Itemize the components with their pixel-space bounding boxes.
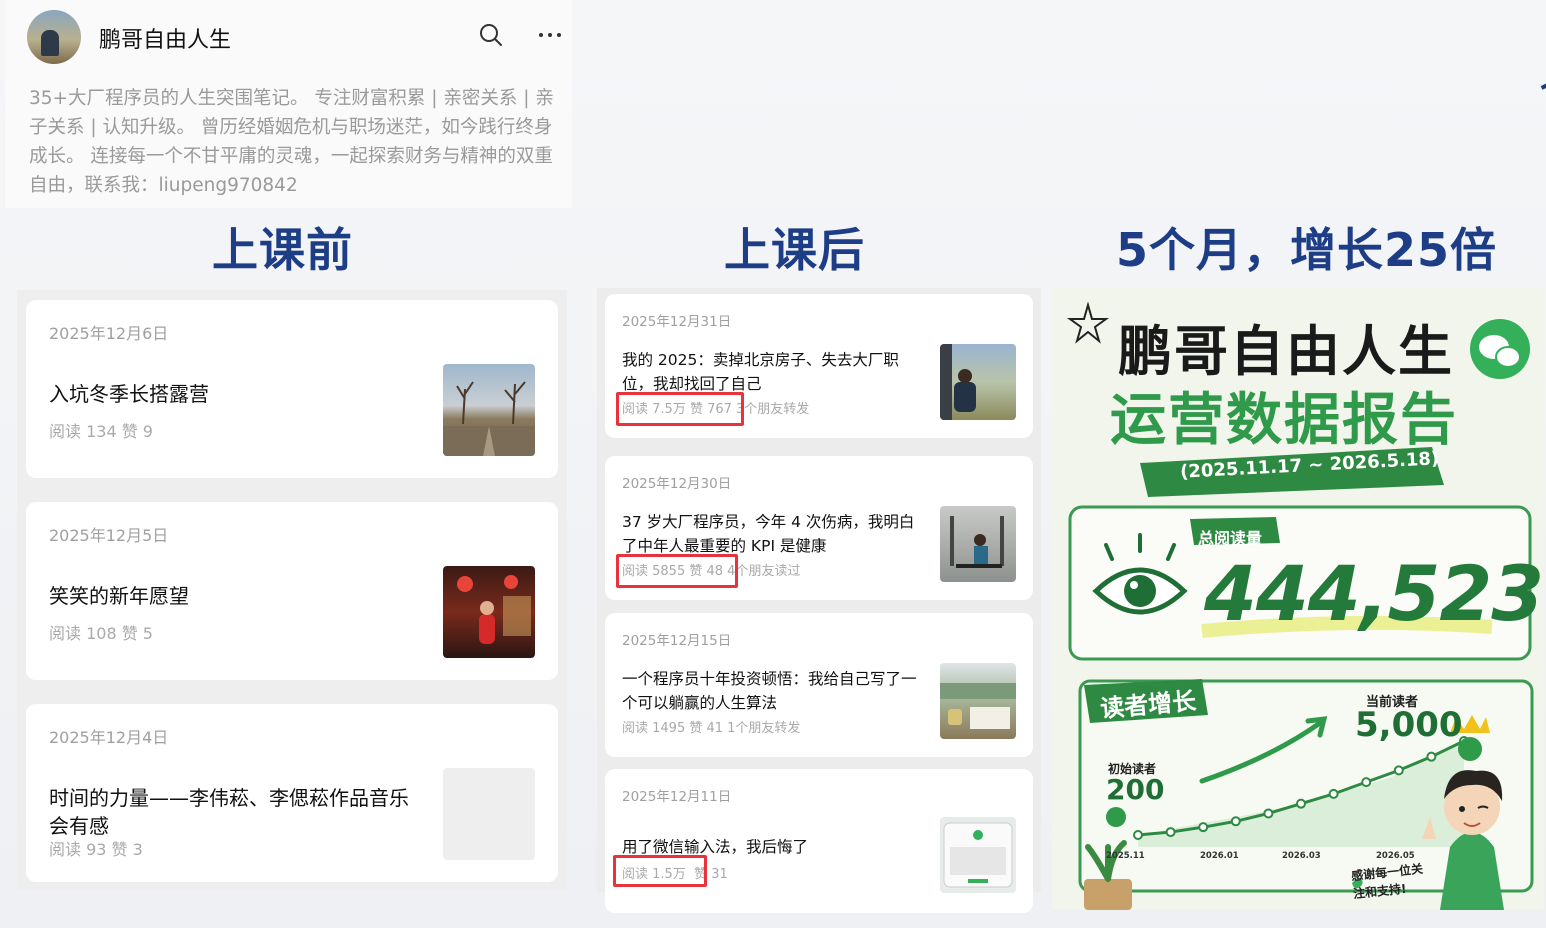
list-item[interactable]: 2025年12月15日 一个程序员十年投资顿悟：我给自己写了一个可以躺赢的人生算… — [605, 613, 1033, 757]
start-user-icon — [1106, 807, 1126, 827]
data-point — [1328, 788, 1339, 799]
current-readers-value: 5,000 — [1355, 705, 1463, 745]
list-item[interactable]: 2025年12月11日 用了微信输入法，我后悔了 阅读 1.5万 赞 31 — [605, 769, 1033, 913]
article-date: 2025年12月6日 — [49, 324, 169, 343]
profile-description: 35+大厂程序员的人生突围笔记。 专注财富积累 | 亲密关系 | 亲子关系 | … — [29, 88, 554, 196]
data-point — [1230, 816, 1241, 827]
article-stats: 阅读 1495 赞 41 1个朋友转发 — [622, 721, 801, 736]
data-point — [1263, 808, 1274, 819]
data-point — [1426, 751, 1437, 762]
article-title[interactable]: 笑笑的新年愿望 — [49, 582, 419, 610]
data-point — [1361, 777, 1372, 788]
x-tick-label: 2026.05 — [1376, 851, 1415, 861]
article-thumbnail — [940, 506, 1016, 582]
article-title[interactable]: 时间的力量——李伟菘、李偲菘作品音乐会有感 — [49, 784, 419, 840]
list-item[interactable]: 2025年12月30日 37 岁大厂程序员，今年 4 次伤病，我明白了中年人最重… — [605, 456, 1033, 600]
article-thumbnail — [443, 566, 535, 658]
data-point — [1198, 822, 1209, 833]
x-tick-label: 2026.01 — [1200, 851, 1239, 861]
after-article-list: 2025年12月31日 我的 2025：卖掉北京房子、失去大厂职位，我却找回了自… — [597, 288, 1041, 913]
article-stats: 阅读 93 赞 3 — [49, 840, 143, 859]
heading-after: 上课后 — [724, 223, 865, 277]
article-date: 2025年12月30日 — [622, 476, 732, 492]
article-title[interactable]: 一个程序员十年投资顿悟：我给自己写了一个可以躺赢的人生算法 — [622, 667, 922, 715]
highlight-box — [616, 554, 738, 588]
list-item[interactable]: 2025年12月31日 我的 2025：卖掉北京房子、失去大厂职位，我却找回了自… — [605, 294, 1033, 438]
more-icon[interactable] — [537, 23, 563, 47]
stats-extra: 4个朋友读过 — [727, 564, 801, 579]
article-title[interactable]: 我的 2025：卖掉北京房子、失去大厂职位，我却找回了自己 — [622, 348, 922, 396]
x-tick-label: 2026.03 — [1282, 851, 1321, 861]
search-icon[interactable] — [479, 23, 503, 47]
article-date: 2025年12月5日 — [49, 526, 169, 545]
heading-before: 上课前 — [212, 223, 353, 277]
data-point — [1165, 827, 1176, 838]
article-thumbnail — [443, 364, 535, 456]
profile-name: 鹏哥自由人生 — [99, 28, 232, 53]
article-date: 2025年12月4日 — [49, 728, 169, 747]
article-thumbnail — [940, 817, 1016, 893]
highlight-box — [613, 855, 707, 887]
article-stats: 阅读 108 赞 5 — [49, 624, 153, 643]
list-item[interactable]: 2025年12月6日 入坑冬季长搭露营 阅读 134 赞 9 — [26, 300, 558, 478]
article-stats: 阅读 134 赞 9 — [49, 422, 153, 441]
article-title[interactable]: 37 岁大厂程序员，今年 4 次伤病，我明白了中年人最重要的 KPI 是健康 — [622, 510, 922, 558]
x-tick-label: 2025.11 — [1106, 851, 1145, 861]
operations-report: 鹏哥自由人生 运营数据报告 (2025.11.17 ~ 2026.5.18) 总… — [1052, 287, 1544, 910]
article-date: 2025年12月15日 — [622, 633, 732, 649]
star-icon — [1066, 301, 1110, 344]
data-point — [1296, 798, 1306, 809]
article-title[interactable]: 入坑冬季长搭露营 — [49, 380, 419, 408]
before-article-list: 2025年12月6日 入坑冬季长搭露营 阅读 134 赞 9 2025年12月5… — [17, 290, 567, 890]
start-readers-value: 200 — [1106, 773, 1165, 806]
article-date: 2025年12月11日 — [622, 789, 732, 805]
profile-card: 鹏哥自由人生 35+大厂程序员的人生突围笔记。 专注财富积累 | 亲密关系 | … — [5, 0, 572, 208]
data-point — [1393, 765, 1404, 776]
report-title-line2: 运营数据报告 — [1110, 387, 1458, 453]
article-date: 2025年12月31日 — [622, 314, 732, 330]
avatar[interactable] — [27, 10, 81, 64]
list-item[interactable]: 2025年12月5日 笑笑的新年愿望 阅读 108 赞 5 — [26, 502, 558, 680]
stats-extra: 3个朋友转发 — [736, 402, 810, 417]
list-item[interactable]: 2025年12月4日 时间的力量——李伟菘、李偲菘作品音乐会有感 阅读 93 赞… — [26, 704, 558, 882]
wechat-icon — [1470, 319, 1530, 379]
total-reads-label: 总阅读量 — [1198, 529, 1263, 548]
article-thumbnail — [940, 663, 1016, 739]
article-thumbnail — [940, 344, 1016, 420]
heading-growth: 5个月，增长25倍 — [1116, 223, 1498, 277]
highlight-box — [616, 392, 744, 426]
article-thumbnail — [443, 768, 535, 860]
total-reads-value: 444,523 — [1204, 549, 1544, 638]
data-point — [1133, 830, 1143, 840]
